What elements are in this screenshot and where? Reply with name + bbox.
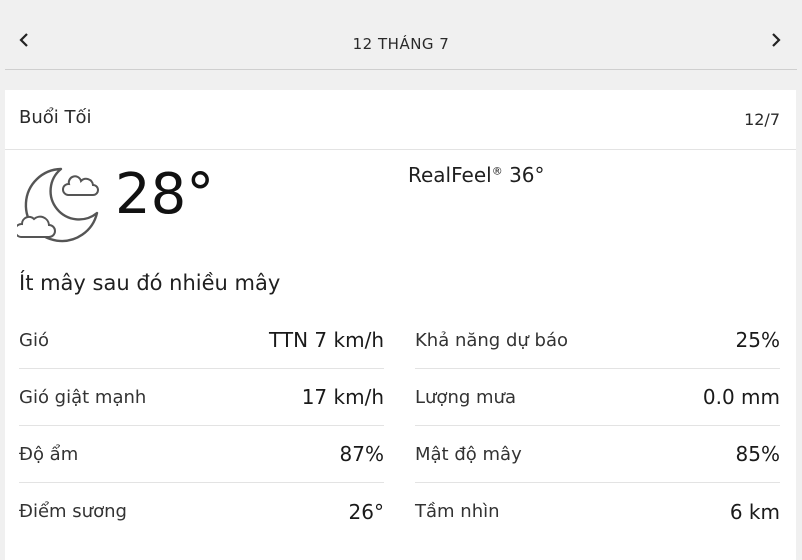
detail-row-wind: Gió TTN 7 km/h xyxy=(19,312,384,369)
detail-value: 85% xyxy=(735,442,780,466)
detail-label: Điểm sương xyxy=(19,501,127,522)
cloudy-night-icon xyxy=(17,167,99,243)
detail-value: 6 km xyxy=(729,499,780,524)
detail-value: 26° xyxy=(348,499,384,524)
detail-value: 87% xyxy=(339,442,384,466)
chevron-right-icon xyxy=(772,33,781,47)
detail-label: Mật độ mây xyxy=(415,443,522,465)
detail-row-humidity: Độ ẩm 87% xyxy=(19,426,384,483)
short-date: 12/7 xyxy=(744,110,780,129)
detail-label: Tầm nhìn xyxy=(415,501,500,522)
weather-phrase: Ít mây sau đó nhiều mây xyxy=(19,271,281,295)
period-title: Buổi Tối xyxy=(19,107,92,128)
detail-row-precipitation: Lượng mưa 0.0 mm xyxy=(415,369,780,426)
detail-row-visibility: Tầm nhìn 6 km xyxy=(415,483,780,540)
realfeel-registered-mark: ® xyxy=(491,164,503,178)
detail-label: Gió xyxy=(19,329,49,351)
day-navigation: 12 THÁNG 7 xyxy=(0,0,802,70)
detail-label: Lượng mưa xyxy=(415,386,516,408)
detail-row-dew-point: Điểm sương 26° xyxy=(19,483,384,540)
realfeel-label: RealFeel xyxy=(408,163,492,187)
nav-date-label: 12 THÁNG 7 xyxy=(352,35,450,53)
detail-label: Độ ẩm xyxy=(19,443,79,465)
detail-row-wind-gust: Gió giật mạnh 17 km/h xyxy=(19,369,384,426)
detail-value: TTN 7 km/h xyxy=(269,328,384,352)
temperature: 28° xyxy=(115,162,215,227)
detail-value: 17 km/h xyxy=(301,385,384,409)
forecast-card: Buổi Tối 12/7 28° RealFeel® 36° Ít mây s… xyxy=(5,90,796,560)
realfeel: RealFeel® 36° xyxy=(408,163,545,187)
detail-label: Khả năng dự báo xyxy=(415,329,568,351)
nav-divider xyxy=(5,69,797,70)
detail-value: 25% xyxy=(735,328,780,352)
card-header: Buổi Tối 12/7 xyxy=(5,90,796,150)
detail-row-cloud-cover: Mật độ mây 85% xyxy=(415,426,780,483)
next-day-button[interactable] xyxy=(764,28,788,52)
detail-label: Gió giật mạnh xyxy=(19,386,147,408)
detail-row-precip-probability: Khả năng dự báo 25% xyxy=(415,312,780,369)
realfeel-value: 36° xyxy=(509,163,545,187)
detail-value: 0.0 mm xyxy=(702,385,780,409)
